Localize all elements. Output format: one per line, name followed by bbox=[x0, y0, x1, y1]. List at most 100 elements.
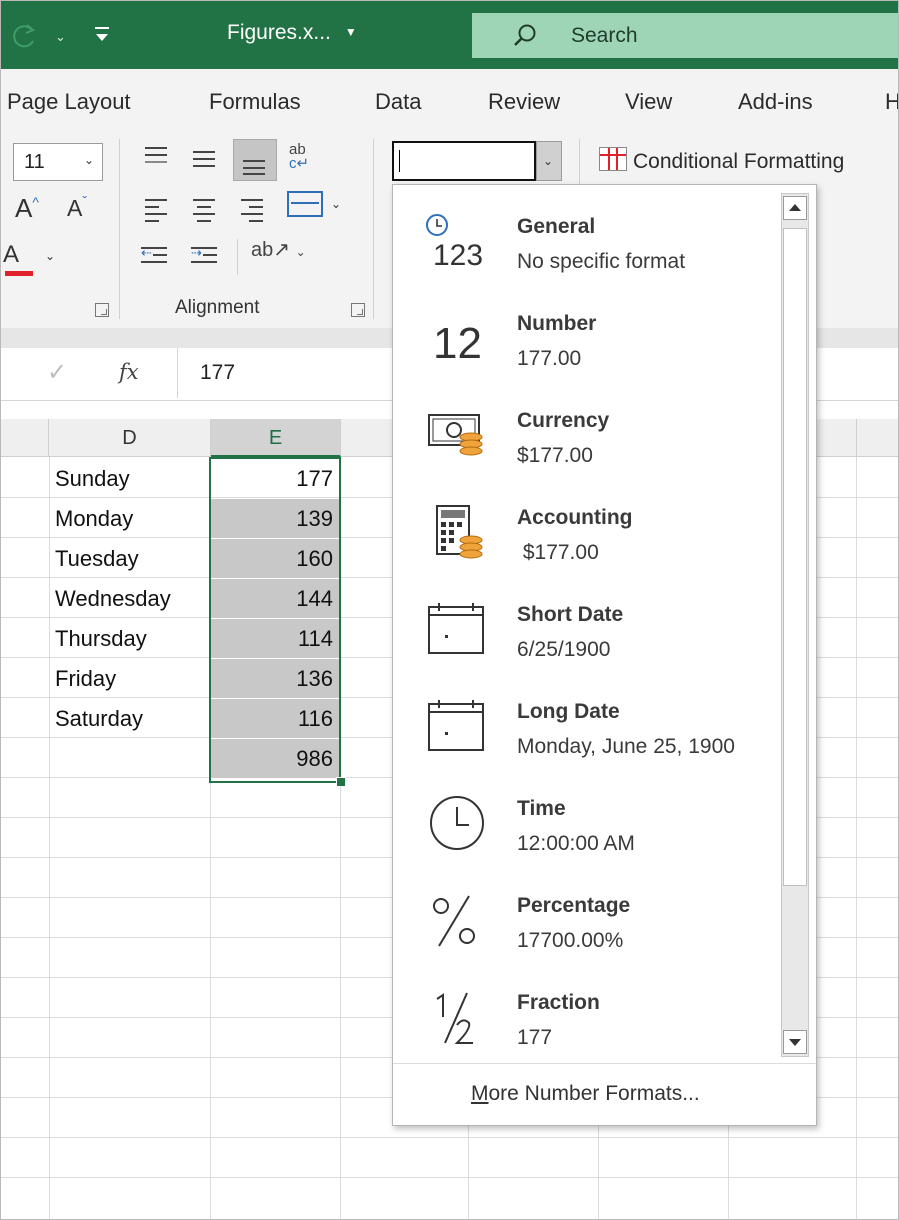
menu-item-general[interactable]: 123 General No specific format bbox=[393, 193, 773, 290]
column-header-c[interactable] bbox=[1, 419, 49, 457]
calendar-icon bbox=[423, 698, 489, 754]
column-header-k[interactable] bbox=[857, 419, 898, 457]
column-header-f[interactable] bbox=[341, 419, 393, 457]
menu-item-time[interactable]: Time 12:00:00 AM bbox=[393, 775, 773, 872]
excel-window: ⌄ Figures.x... ▼ Search Page Layout Formu… bbox=[0, 0, 899, 1220]
menu-item-example: $177.00 bbox=[517, 444, 593, 467]
file-name-button[interactable]: Figures.x... ▼ bbox=[227, 21, 357, 45]
title-bar: ⌄ Figures.x... ▼ Search bbox=[1, 1, 898, 69]
menu-item-short-date[interactable]: Short Date 6/25/1900 bbox=[393, 581, 773, 678]
chevron-down-icon: ⌄ bbox=[55, 29, 66, 44]
number-format-menu: 123 General No specific format 12 Number… bbox=[392, 184, 817, 1126]
chevron-down-icon: ⌄ bbox=[331, 197, 342, 211]
increase-font-size-button[interactable]: A^ bbox=[15, 193, 39, 224]
text-cursor bbox=[399, 150, 400, 172]
search-box[interactable]: Search bbox=[472, 13, 898, 58]
general-icon: 123 bbox=[423, 213, 489, 272]
menu-item-percentage[interactable]: Percentage 17700.00% bbox=[393, 872, 773, 969]
more-number-formats-label: More Number Formats... bbox=[471, 1082, 700, 1105]
chevron-down-icon: ⌄ bbox=[83, 153, 94, 167]
decrease-indent-button[interactable]: ⇠ bbox=[141, 243, 171, 269]
scroll-thumb[interactable] bbox=[783, 228, 807, 886]
align-right-button[interactable] bbox=[235, 195, 269, 225]
cell-d-friday[interactable]: Friday bbox=[49, 659, 209, 699]
redo-icon bbox=[13, 24, 35, 48]
conditional-formatting-button[interactable]: Conditional Formatting bbox=[599, 147, 844, 174]
menu-item-long-date[interactable]: Long Date Monday, June 25, 1900 bbox=[393, 678, 773, 775]
middle-align-button[interactable] bbox=[187, 143, 221, 173]
align-left-button[interactable] bbox=[139, 195, 173, 225]
fill-handle[interactable] bbox=[336, 777, 346, 787]
cell-d-monday[interactable]: Monday bbox=[49, 499, 209, 539]
file-name: Figures.x... bbox=[227, 21, 331, 44]
cell-d-tuesday[interactable]: Tuesday bbox=[49, 539, 209, 579]
more-number-formats-link[interactable]: More Number Formats... bbox=[393, 1063, 816, 1124]
customize-quick-access-button[interactable] bbox=[93, 23, 115, 45]
menu-item-example: 6/25/1900 bbox=[517, 638, 611, 661]
tab-view[interactable]: View bbox=[625, 89, 672, 115]
divider bbox=[237, 239, 238, 275]
currency-icon bbox=[423, 407, 489, 463]
menu-item-example: No specific format bbox=[517, 250, 686, 273]
font-color-glyph: A bbox=[3, 241, 20, 268]
cell-d-thursday[interactable]: Thursday bbox=[49, 619, 209, 659]
menu-item-accounting[interactable]: Accounting $177.00 bbox=[393, 484, 773, 581]
orientation-icon: ab↗ bbox=[251, 239, 291, 261]
orientation-button[interactable]: ab↗ ⌄ bbox=[251, 237, 306, 262]
chevron-down-icon: ⌄ bbox=[295, 245, 306, 259]
menu-item-name: Long Date bbox=[517, 700, 620, 723]
font-dialog-launcher[interactable] bbox=[95, 303, 109, 317]
redo-button[interactable]: ⌄ bbox=[9, 21, 79, 51]
menu-item-name: Accounting bbox=[517, 506, 633, 529]
scroll-down-button[interactable] bbox=[783, 1030, 807, 1054]
center-button[interactable] bbox=[187, 195, 221, 225]
cell-d-sunday[interactable]: Sunday bbox=[49, 459, 209, 499]
chevron-down-icon: ▼ bbox=[344, 25, 357, 39]
calendar-icon bbox=[423, 601, 489, 657]
tab-home[interactable]: H bbox=[885, 89, 898, 115]
menu-item-example: 12:00:00 AM bbox=[517, 832, 635, 855]
enter-check-icon[interactable]: ✓ bbox=[47, 358, 67, 387]
tab-formulas[interactable]: Formulas bbox=[209, 89, 301, 115]
tab-data[interactable]: Data bbox=[375, 89, 421, 115]
cell-d-wednesday[interactable]: Wednesday bbox=[49, 579, 209, 619]
number-format-input[interactable] bbox=[392, 141, 536, 181]
menu-item-number[interactable]: 12 Number 177.00 bbox=[393, 290, 773, 387]
menu-item-example: Monday, June 25, 1900 bbox=[517, 735, 735, 758]
menu-item-fraction[interactable]: Fraction 177 bbox=[393, 969, 773, 1066]
wrap-text-button[interactable]: ab c↵ bbox=[289, 142, 325, 179]
column-header-j[interactable] bbox=[815, 419, 857, 457]
menu-item-currency[interactable]: Currency $177.00 bbox=[393, 387, 773, 484]
font-size-dropdown[interactable]: 11 ⌄ bbox=[13, 143, 103, 181]
tab-review[interactable]: Review bbox=[488, 89, 560, 115]
number-icon-text: 12 bbox=[433, 319, 482, 366]
cell-d-saturday[interactable]: Saturday bbox=[49, 699, 209, 739]
tab-page-layout[interactable]: Page Layout bbox=[7, 89, 131, 115]
chevron-down-icon: ⌄ bbox=[45, 249, 56, 263]
column-header-e[interactable]: E bbox=[211, 419, 341, 457]
accounting-icon bbox=[423, 504, 489, 560]
clock-icon bbox=[423, 795, 489, 851]
top-align-button[interactable] bbox=[139, 143, 173, 173]
selection-border bbox=[209, 457, 341, 783]
formula-bar-buttons: ✓ fx bbox=[1, 348, 171, 400]
number-icon: 12 bbox=[423, 310, 489, 368]
insert-function-button[interactable]: fx bbox=[119, 360, 139, 384]
ribbon-tabs: Page Layout Formulas Data Review View Ad… bbox=[1, 69, 898, 133]
column-header-d[interactable]: D bbox=[49, 419, 211, 457]
merge-center-button[interactable] bbox=[287, 191, 323, 217]
scroll-up-button[interactable] bbox=[783, 196, 807, 220]
alignment-dialog-launcher[interactable] bbox=[351, 303, 365, 317]
font-color-bar bbox=[5, 271, 33, 276]
chevron-down-icon: ⌄ bbox=[543, 154, 554, 168]
general-icon-text: 123 bbox=[433, 239, 483, 269]
font-color-button[interactable]: A ⌄ bbox=[3, 241, 55, 276]
decrease-font-size-button[interactable]: Aˇ bbox=[67, 193, 87, 222]
number-format-dropdown-button[interactable]: ⌄ bbox=[536, 141, 562, 181]
formula-value: 177 bbox=[200, 361, 236, 384]
search-icon bbox=[514, 24, 536, 46]
bottom-align-button[interactable] bbox=[233, 139, 277, 181]
menu-scrollbar[interactable] bbox=[781, 193, 809, 1057]
tab-add-ins[interactable]: Add-ins bbox=[738, 89, 813, 115]
increase-indent-button[interactable]: ⇢ bbox=[191, 243, 221, 269]
